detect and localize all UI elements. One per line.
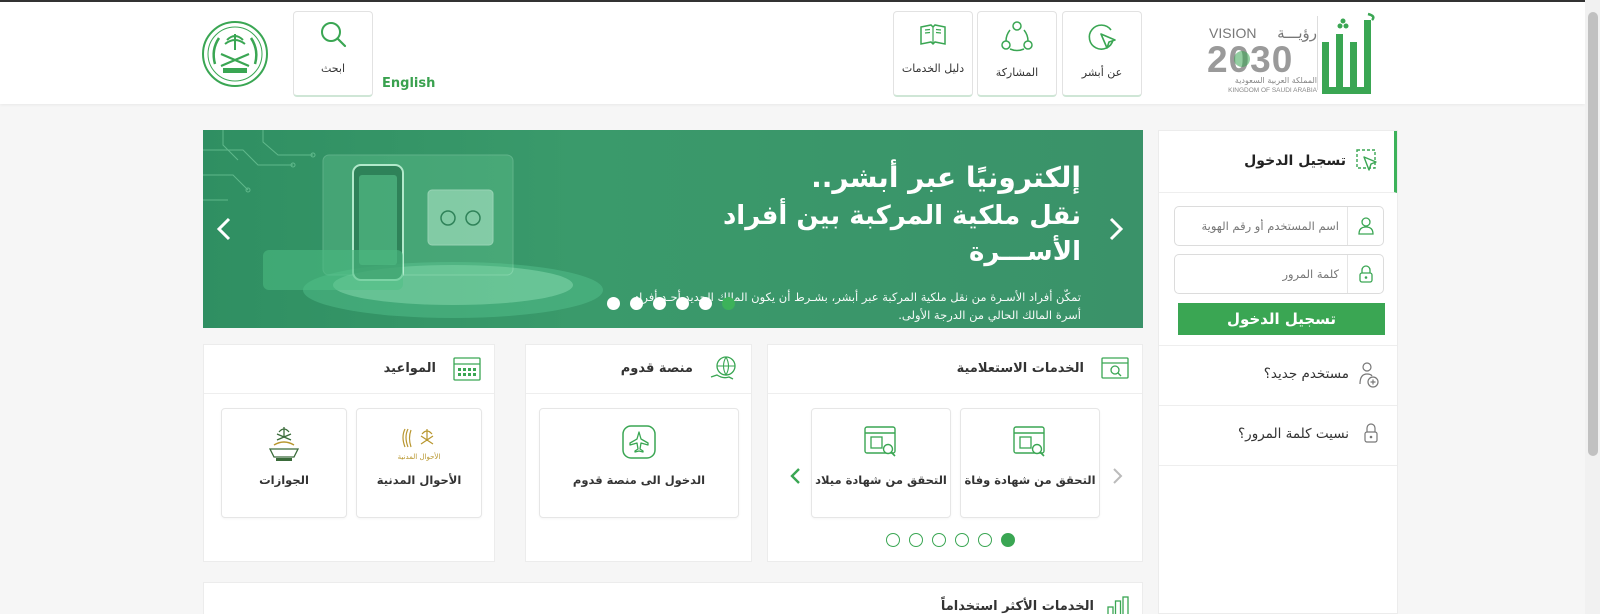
inquiry-services-card: الخدمات الاستعلامية التحقق من شهادة وفاة… — [767, 344, 1143, 562]
civil-affairs-tile[interactable]: الأحوال المدنية الأحوال المدنية — [356, 408, 482, 518]
chevron-left-icon — [790, 468, 800, 484]
banner-next-button[interactable] — [1103, 214, 1129, 244]
forgot-password-label: نسيت كلمة المرور؟ — [1238, 426, 1349, 442]
lock-icon-wrap — [1347, 255, 1383, 293]
inquiry-dot[interactable] — [886, 533, 900, 547]
new-user-link[interactable]: مستخدم جديد؟ — [1159, 345, 1397, 405]
nav-label: المشاركة — [995, 66, 1039, 79]
search-button[interactable]: ابحث — [293, 11, 373, 97]
banner-dot[interactable] — [699, 297, 712, 310]
share-network-icon — [1001, 21, 1033, 52]
login-title: تسجيل الدخول — [1244, 153, 1346, 169]
browser-search-icon — [1101, 357, 1129, 379]
login-header: تسجيل الدخول — [1159, 131, 1397, 193]
english-language-link[interactable]: English — [382, 76, 435, 91]
appointments-card: المواعيد الأحوال المدنية الأحوال المدنية… — [203, 344, 495, 562]
vision-year-text: 2030 — [1207, 39, 1293, 80]
new-user-label: مستخدم جديد؟ — [1263, 366, 1349, 382]
vision-kingdom-ar: المملكة العربية السعودية — [1235, 76, 1317, 85]
most-used-services-card: الخدمات الأكثر استخداماً — [203, 582, 1143, 614]
banner-title-line2: نقل ملكية المركبة بين أفراد الأســـرة — [722, 201, 1081, 267]
banner-dot[interactable] — [676, 297, 689, 310]
inquiry-dot[interactable] — [955, 533, 969, 547]
arrival-card-title: منصة قدوم — [620, 361, 693, 376]
tile-label: الأحوال المدنية — [376, 473, 462, 487]
logo-divider — [1317, 16, 1318, 90]
saudi-emblem-icon — [202, 21, 268, 87]
inquiry-dot[interactable] — [909, 533, 923, 547]
inquiry-dot[interactable] — [932, 533, 946, 547]
username-field — [1174, 206, 1384, 246]
nav-label: عن أبشر — [1081, 66, 1123, 79]
login-panel: تسجيل الدخول تسجيل الدخول مستخدم — [1158, 130, 1398, 614]
lock-outline-icon — [1364, 423, 1378, 443]
phone-illustration-icon — [203, 130, 603, 318]
absher-logo — [1322, 12, 1375, 94]
inquiry-card-title: الخدمات الاستعلامية — [956, 361, 1084, 376]
tile-label: الجوازات — [259, 473, 309, 487]
login-button[interactable]: تسجيل الدخول — [1178, 303, 1385, 335]
banner-pagination — [607, 297, 735, 310]
login-cursor-icon — [1356, 149, 1377, 171]
inquiry-dot[interactable] — [978, 533, 992, 547]
nav-label: دليل الخدمات — [901, 62, 965, 75]
vision-2030-logo: VISION رؤيـــة 2030 المملكة العربية السع… — [1207, 24, 1318, 94]
nav-participation-button[interactable]: المشاركة — [977, 11, 1057, 97]
password-input[interactable] — [1175, 255, 1347, 293]
civil-logo-text: الأحوال المدنية — [398, 452, 441, 461]
chevron-left-icon — [216, 217, 231, 241]
inquiry-prev-button[interactable] — [1109, 465, 1125, 487]
passports-logo — [268, 427, 300, 461]
banner-dot-active[interactable] — [722, 297, 735, 310]
add-user-icon — [1359, 362, 1379, 388]
search-label: ابحث — [320, 62, 346, 75]
banner-prev-button[interactable] — [211, 214, 237, 244]
arrival-card-header: منصة قدوم — [526, 345, 751, 394]
bar-chart-icon — [1107, 596, 1129, 614]
certificate-check-icon — [864, 426, 896, 457]
forgot-password-link[interactable]: نسيت كلمة المرور؟ — [1159, 405, 1397, 465]
user-icon-wrap — [1347, 207, 1383, 245]
open-book-icon — [920, 24, 946, 46]
airplane-icon — [622, 425, 656, 459]
user-icon — [1357, 217, 1374, 235]
panel-empty-area — [1159, 465, 1397, 614]
cursor-circle-icon — [1088, 24, 1116, 50]
username-input[interactable] — [1175, 207, 1347, 245]
death-certificate-tile[interactable]: التحقق من شهادة وفاة — [960, 408, 1100, 518]
passports-tile[interactable]: الجوازات — [221, 408, 347, 518]
arrival-platform-tile[interactable]: الدخول الى منصة قدوم — [539, 408, 739, 518]
chevron-right-icon — [1113, 468, 1123, 484]
most-used-title: الخدمات الأكثر استخداماً — [940, 599, 1094, 614]
appointments-card-header: المواعيد — [204, 345, 494, 394]
appointments-card-title: المواعيد — [383, 361, 436, 376]
tile-label: التحقق من شهادة ميلاد — [815, 473, 947, 487]
hero-carousel: إلكترونيًا عبر أبشر.. نقل ملكية المركبة … — [203, 130, 1143, 328]
site-header: ابحث English دليل الخدمات المشاركة عن أب… — [0, 2, 1585, 104]
certificate-check-icon — [1013, 426, 1045, 457]
scrollbar-thumb[interactable] — [1588, 12, 1598, 456]
birth-certificate-tile[interactable]: التحقق من شهادة ميلاد — [811, 408, 951, 518]
inquiry-next-button[interactable] — [788, 465, 804, 487]
banner-title-line1: إلكترونيًا عبر أبشر.. — [811, 161, 1081, 194]
nav-about-absher-button[interactable]: عن أبشر — [1062, 11, 1142, 97]
tile-label: الدخول الى منصة قدوم — [572, 473, 706, 487]
nav-services-guide-button[interactable]: دليل الخدمات — [893, 11, 973, 97]
banner-dot[interactable] — [653, 297, 666, 310]
inquiry-pagination — [886, 533, 1015, 547]
arrival-platform-card: منصة قدوم الدخول الى منصة قدوم — [525, 344, 752, 562]
password-field — [1174, 254, 1384, 294]
calendar-icon — [453, 357, 481, 381]
banner-dot[interactable] — [607, 297, 620, 310]
globe-hand-icon — [710, 356, 736, 380]
lock-icon — [1358, 265, 1373, 283]
chevron-right-icon — [1109, 217, 1124, 241]
banner-dot[interactable] — [630, 297, 643, 310]
vision-kingdom-en: KINGDOM OF SAUDI ARABIA — [1228, 87, 1318, 94]
search-icon — [321, 22, 347, 48]
civil-affairs-logo: الأحوال المدنية — [398, 428, 441, 461]
inquiry-dot-active[interactable] — [1001, 533, 1015, 547]
tile-label: التحقق من شهادة وفاة — [964, 473, 1096, 487]
inquiry-card-header: الخدمات الاستعلامية — [768, 345, 1142, 394]
